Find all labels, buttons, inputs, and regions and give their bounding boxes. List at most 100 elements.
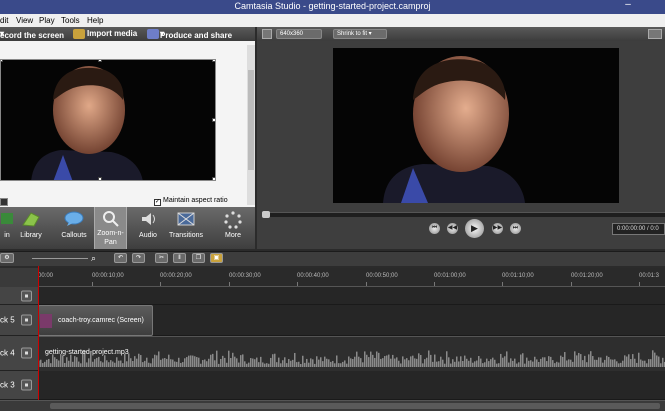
zoom-dropdown[interactable]: Shrink to fit ▾ <box>333 29 387 39</box>
lock-icon[interactable] <box>21 379 32 391</box>
timeline-ruler[interactable]: 00:00 00:00:10;00 00:00:20;00 00:00:30;00 00… <box>38 268 665 287</box>
track-header-3[interactable]: ck 3 <box>0 371 38 400</box>
canvas-clip[interactable] <box>0 59 216 181</box>
cut-icon[interactable]: ✂ <box>155 253 168 263</box>
tab-callouts[interactable]: Callouts <box>57 207 91 249</box>
record-screen-button[interactable]: ecord the screen ▾ <box>0 29 64 40</box>
tab-more[interactable]: More <box>215 207 251 249</box>
produce-share-label: Produce and share <box>160 31 233 40</box>
track-header-6[interactable] <box>0 287 38 305</box>
timeline-scrollbar[interactable] <box>0 400 665 411</box>
zoom-label: Shrink to fit <box>337 31 368 37</box>
canvas-option-icon[interactable] <box>0 198 8 206</box>
record-screen-label: ecord the screen <box>0 31 65 40</box>
step-forward-button[interactable]: ▶▶ <box>492 223 503 234</box>
lock-icon[interactable] <box>21 314 32 326</box>
title-bar: Camtasia Studio - getting-started-projec… <box>0 0 665 14</box>
minimize-icon[interactable]: – <box>617 0 639 12</box>
scrollbar-thumb[interactable] <box>50 403 660 409</box>
produce-share-button[interactable]: Produce and share ▾ <box>160 29 232 40</box>
menu-tools[interactable]: Tools <box>61 16 80 25</box>
resize-handle-r[interactable] <box>212 118 215 122</box>
more-icon <box>224 211 242 229</box>
menu-help[interactable]: Help <box>87 16 103 25</box>
resize-handle-br[interactable] <box>212 177 215 180</box>
scrollbar-thumb[interactable] <box>248 70 254 170</box>
import-media-button[interactable]: Import media <box>87 29 137 38</box>
audio-clip[interactable]: getting-started-project.mp3 <box>38 336 665 371</box>
ruler-tick-mark <box>92 282 93 286</box>
video-clip[interactable]: coach-troy.camrec (Screen) <box>38 305 153 336</box>
previous-clip-button[interactable]: ⏮ <box>429 223 440 234</box>
next-clip-button[interactable]: ⏭ <box>510 223 521 234</box>
seek-knob[interactable] <box>262 211 270 218</box>
playhead[interactable] <box>38 266 39 400</box>
audio-icon <box>142 213 155 225</box>
task-tabs: in Library Callouts Zoom-n- Pan Audio Tr… <box>0 207 255 249</box>
timecode-display: 0:00:00:00 / 0:0 <box>612 223 665 235</box>
ruler-tick-label: 00:00:20;00 <box>160 273 192 279</box>
fullscreen-icon[interactable] <box>648 29 662 39</box>
lock-icon[interactable] <box>21 347 32 359</box>
lock-icon[interactable] <box>21 290 32 301</box>
resize-handle-tl[interactable] <box>1 60 3 62</box>
split-icon[interactable]: ‖ <box>173 253 186 263</box>
zoom-in-icon[interactable]: ⌕ <box>91 253 102 264</box>
ruler-tick-mark <box>297 282 298 286</box>
redo-icon[interactable]: ↷ <box>132 253 145 263</box>
presenter-video-frame <box>333 48 619 203</box>
track-label: ck 3 <box>0 380 15 390</box>
zoom-icon <box>102 211 119 227</box>
ruler-tick-label: 00:00:40;00 <box>297 273 329 279</box>
tab-audio[interactable]: Audio <box>133 207 163 249</box>
ruler-tick-label: 00:01:20;00 <box>571 273 603 279</box>
ruler-tick-mark <box>160 282 161 286</box>
tab-label: Library <box>20 232 42 239</box>
detach-preview-icon[interactable] <box>262 29 272 39</box>
checkbox-icon[interactable]: ✓ <box>154 199 161 206</box>
resize-handle-t[interactable] <box>98 60 102 62</box>
seek-bar[interactable] <box>262 211 665 218</box>
maintain-aspect-label: Maintain aspect ratio <box>163 197 228 204</box>
canvas-scrollbar[interactable] <box>247 45 255 205</box>
menu-view[interactable]: View <box>16 16 33 25</box>
tab-zoom-n-pan[interactable]: Zoom-n- Pan <box>94 207 127 249</box>
track-3-body[interactable] <box>38 371 665 400</box>
import-media-icon <box>73 29 85 39</box>
window-title: Camtasia Studio - getting-started-projec… <box>234 1 431 11</box>
tab-label: Transitions <box>169 232 203 239</box>
tab-label: Audio <box>139 232 157 239</box>
clip-thumbnail <box>40 314 52 328</box>
ruler-tick-label: 00:00:10;00 <box>92 273 124 279</box>
menu-play[interactable]: Play <box>39 16 55 25</box>
timeline-settings-icon[interactable]: ⚙ <box>0 253 14 263</box>
tab-label: in <box>4 232 10 239</box>
track-label: ck 4 <box>0 348 15 358</box>
preview-size-dropdown[interactable]: 640x360 <box>276 29 322 39</box>
tab-clip-bin[interactable]: in <box>0 207 14 249</box>
tab-transitions[interactable]: Transitions <box>166 207 206 249</box>
maintain-aspect-checkbox[interactable]: ✓ Maintain aspect ratio <box>154 197 228 206</box>
paste-icon[interactable]: ▣ <box>210 253 223 263</box>
track-6-body[interactable] <box>38 287 665 305</box>
play-button[interactable]: ▶ <box>465 219 484 238</box>
produce-share-icon <box>147 29 159 39</box>
track-header-5[interactable]: ck 5 <box>0 305 38 336</box>
zoom-slider[interactable] <box>32 258 88 259</box>
copy-icon[interactable]: ❐ <box>192 253 205 263</box>
track-header-4[interactable]: ck 4 <box>0 336 38 371</box>
menu-edit[interactable]: dit <box>0 16 8 25</box>
ruler-corner <box>0 268 38 287</box>
ruler-tick-mark <box>571 282 572 286</box>
resize-handle-tr[interactable] <box>212 60 215 62</box>
step-back-button[interactable]: ◀◀ <box>447 223 458 234</box>
ruler-tick-label: 00:01:10;00 <box>502 273 534 279</box>
tab-label: Callouts <box>61 232 87 239</box>
ruler-tick-label: 00:01:3 <box>639 273 660 279</box>
resize-handle-b[interactable] <box>98 177 102 180</box>
undo-icon[interactable]: ↶ <box>114 253 127 263</box>
main-toolbar: ecord the screen ▾ Import media Produce … <box>0 27 255 41</box>
tab-library[interactable]: Library <box>14 207 48 249</box>
clip-label: getting-started-project.mp3 <box>45 349 129 356</box>
library-icon <box>22 212 40 227</box>
